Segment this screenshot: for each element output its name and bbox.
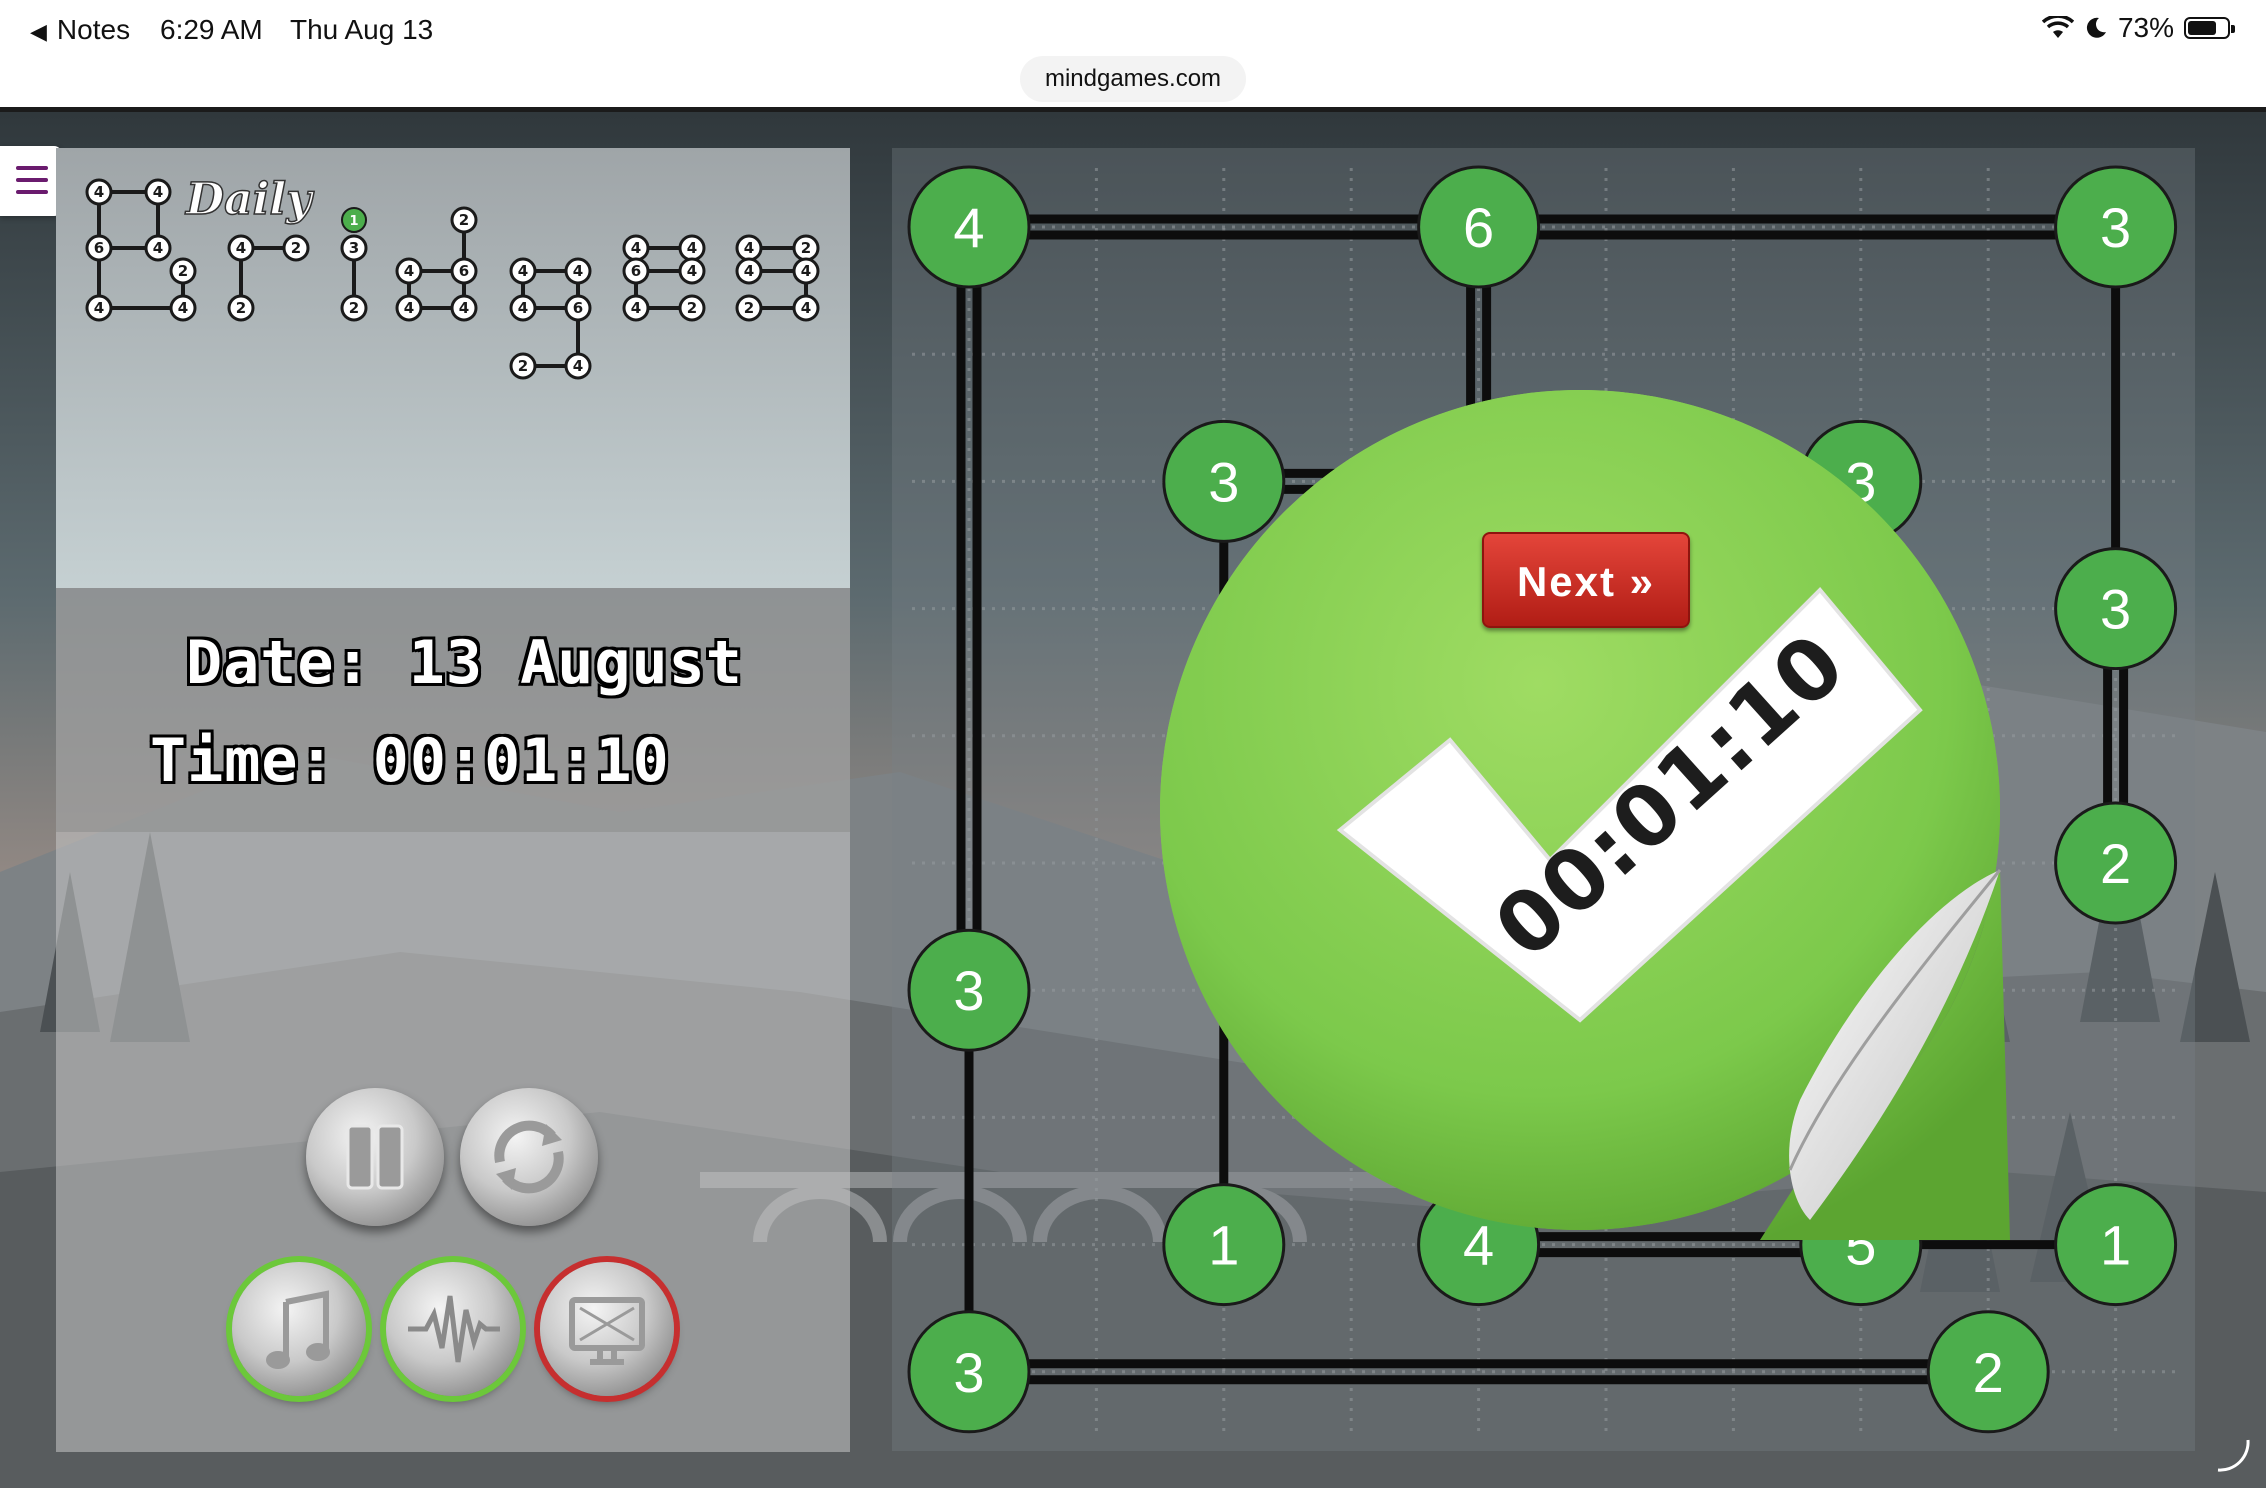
logo-script-text: Daily (184, 174, 315, 225)
hamburger-menu-button[interactable] (0, 146, 62, 216)
logo-panel: 4464 244 422 32 246 44 444 624 446 442 4… (56, 148, 850, 588)
music-note-icon (266, 1290, 330, 1369)
svg-text:4: 4 (744, 239, 754, 257)
sound-toggle[interactable] (386, 1262, 520, 1396)
svg-text:2: 2 (349, 299, 359, 317)
svg-text:2: 2 (801, 239, 811, 257)
island-node[interactable]: 1 (2054, 1183, 2178, 1307)
island-value: 3 (953, 1341, 984, 1404)
monitor-icon (569, 1297, 645, 1365)
sound-wave-icon (408, 1295, 500, 1363)
svg-text:4: 4 (631, 239, 641, 257)
svg-text:4: 4 (153, 183, 163, 201)
date: Thu Aug 13 (290, 14, 434, 45)
svg-text:6: 6 (459, 262, 469, 280)
battery-level (2188, 21, 2216, 35)
svg-text:2: 2 (236, 299, 246, 317)
svg-text:3: 3 (349, 239, 359, 257)
island-node[interactable]: 3 (907, 928, 1031, 1052)
island-value: 6 (1463, 196, 1494, 259)
island-value: 3 (953, 959, 984, 1022)
island-node[interactable]: 3 (2054, 547, 2178, 671)
svg-text:4: 4 (518, 299, 528, 317)
svg-text:4: 4 (459, 299, 469, 317)
svg-text:4: 4 (801, 299, 811, 317)
restart-icon (494, 1120, 564, 1194)
battery-icon (2184, 17, 2235, 39)
island-node[interactable]: 6 (1417, 165, 1541, 289)
svg-text:4: 4 (178, 299, 188, 317)
island-value: 3 (2100, 196, 2131, 259)
island-value: 4 (953, 196, 984, 259)
svg-text:4: 4 (687, 239, 697, 257)
island-value: 2 (1973, 1341, 2004, 1404)
svg-text:4: 4 (94, 299, 104, 317)
island-node[interactable]: 2 (1926, 1310, 2050, 1434)
back-label: Notes (56, 14, 131, 45)
svg-text:4: 4 (236, 239, 246, 257)
svg-text:4: 4 (404, 299, 414, 317)
svg-text:2: 2 (178, 262, 188, 280)
svg-text:2: 2 (291, 239, 301, 257)
wifi-icon (2041, 16, 2074, 38)
screen-toggle[interactable] (540, 1262, 674, 1396)
svg-text:6: 6 (631, 262, 641, 280)
svg-text:4: 4 (94, 183, 104, 201)
svg-text:4: 4 (631, 299, 641, 317)
island-node[interactable]: 4 (907, 165, 1031, 289)
battery-percent: 73% (2117, 12, 2174, 43)
island-node[interactable]: 2 (2054, 801, 2178, 925)
island-value: 1 (2100, 1214, 2131, 1277)
svg-text:6: 6 (94, 239, 104, 257)
island-node[interactable]: 3 (2054, 165, 2178, 289)
restart-button[interactable] (460, 1088, 598, 1226)
pause-button[interactable] (306, 1088, 444, 1226)
daily-bridges-logo: 4 46 4 24 4 4 22 32 24 6 44 4 44 62 4 4 46 44 2 4… (85, 173, 820, 380)
svg-text:4: 4 (744, 262, 754, 280)
back-arrow-icon: ◀ (30, 19, 47, 44)
clock: 6:29 AM (160, 14, 263, 45)
status-icons: 73% (2041, 12, 2235, 44)
svg-text:2: 2 (687, 299, 697, 317)
resize-grip-icon (2217, 1439, 2250, 1472)
svg-text:2: 2 (518, 357, 528, 375)
svg-text:4: 4 (404, 262, 414, 280)
island-value: 2 (2100, 832, 2131, 895)
svg-text:4: 4 (687, 262, 697, 280)
elapsed-time: Time: 00:01:10 (150, 726, 670, 796)
moon-icon (2086, 17, 2106, 38)
svg-text:4: 4 (153, 239, 163, 257)
svg-text:4: 4 (518, 262, 528, 280)
puzzle-date: Date: 13 August (186, 628, 743, 698)
svg-text:6: 6 (573, 299, 583, 317)
svg-text:4: 4 (573, 262, 583, 280)
back-to-notes-link[interactable]: ◀ Notes (30, 14, 130, 46)
svg-text:2: 2 (459, 211, 469, 229)
island-value: 3 (2100, 578, 2131, 641)
status-bar: ◀ Notes 6:29 AM Thu Aug 13 73% mindgames.… (0, 0, 2266, 112)
island-node[interactable]: 3 (907, 1310, 1031, 1434)
svg-text:4: 4 (801, 262, 811, 280)
music-toggle[interactable] (232, 1262, 366, 1396)
pause-icon (346, 1124, 404, 1190)
svg-text:2: 2 (744, 299, 754, 317)
url-bar[interactable]: mindgames.com (1020, 56, 1246, 102)
svg-text:1: 1 (349, 214, 358, 229)
next-puzzle-button[interactable]: Next » (1482, 532, 1690, 628)
svg-text:4: 4 (573, 357, 583, 375)
